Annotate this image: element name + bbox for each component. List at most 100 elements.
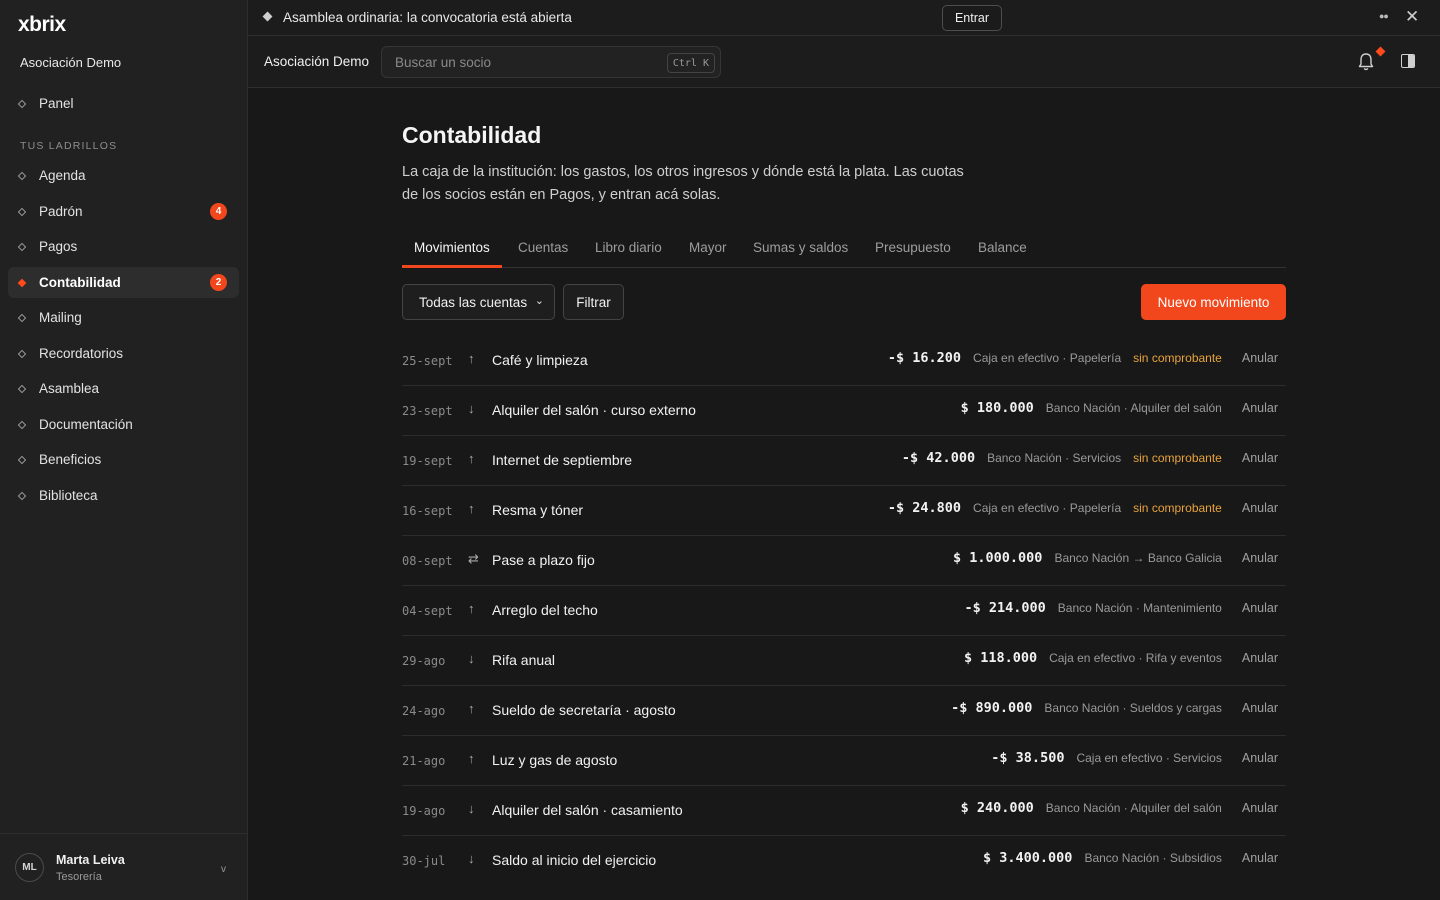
movement-concept[interactable]: Saldo al inicio del ejercicio [492,852,656,868]
table-row[interactable]: 29-ago ↓ Rifa anual $ 118.000 Caja en efecti… [402,636,1286,686]
new-movement-button[interactable]: Nuevo movimiento [1141,284,1286,320]
void-button[interactable]: Anular [1242,801,1278,815]
movement-concept[interactable]: Luz y gas de agosto [492,752,617,768]
void-button[interactable]: Anular [1242,501,1278,515]
direction-arrow-icon: ⇄ [468,551,479,566]
section-label: TUS LADRILLOS [20,140,118,152]
movement-concept[interactable]: Internet de septiembre [492,452,632,468]
sidebar-item-panel[interactable]: Panel [8,88,239,119]
table-row[interactable]: 24-ago ↑ Sueldo de secretaría · agosto -$ 8… [402,686,1286,736]
movement-concept[interactable]: Café y limpieza [492,352,588,368]
direction-arrow-icon: ↓ [468,801,475,816]
sidebar-item-beneficios[interactable]: Beneficios [8,444,239,475]
movement-concept[interactable]: Resma y tóner [492,502,583,518]
sidebar-item-asamblea[interactable]: Asamblea [8,373,239,404]
void-button[interactable]: Anular [1242,451,1278,465]
close-icon[interactable]: ✕ [1405,7,1419,27]
tab-cuentas[interactable]: Cuentas [518,240,568,255]
enter-button[interactable]: Entrar [942,5,1002,31]
diamond-icon [17,313,27,322]
sidebar-org-name[interactable]: Asociación Demo [20,55,121,70]
tab-libro-diario[interactable]: Libro diario [595,240,662,255]
header-org-name: Asociación Demo [264,54,370,69]
movement-details: -$ 890.000 Banco Nación · Sueldos y carga… [951,700,1278,716]
search-input[interactable]: Buscar un socio Ctrl K [381,46,721,78]
sidebar-item-padron[interactable]: Padrón 4 [8,196,239,227]
table-row[interactable]: 19-sept ↑ Internet de septiembre -$ 42.000 B… [402,436,1286,486]
movement-date: 19-sept [402,454,453,468]
tab-balance[interactable]: Balance [978,240,1027,255]
movement-concept[interactable]: Alquiler del salón · curso externo [492,402,696,418]
user-name: Marta Leiva [56,853,125,867]
table-row[interactable]: 04-sept ↑ Arreglo del techo -$ 214.000 Banco… [402,586,1286,636]
filter-button[interactable]: Filtrar [563,284,624,320]
movement-details: $ 3.400.000 Banco Nación · Subsidios Anula… [983,850,1278,866]
movement-concept[interactable]: Alquiler del salón · casamiento [492,802,683,818]
diamond-icon [17,455,27,464]
sidebar-item-biblioteca[interactable]: Biblioteca [8,480,239,511]
diamond-icon [17,207,27,216]
movement-amount: $ 118.000 [963,650,1038,666]
user-role: Tesorería [56,871,102,883]
void-button[interactable]: Anular [1242,651,1278,665]
movement-concept[interactable]: Rifa anual [492,652,555,668]
direction-arrow-icon: ↓ [468,651,475,666]
direction-arrow-icon: ↓ [468,851,475,866]
sidebar-item-agenda[interactable]: Agenda [8,160,239,191]
void-button[interactable]: Anular [1242,601,1278,615]
movement-details: -$ 38.500 Caja en efectivo · Servicios Anu… [991,750,1278,766]
sidebar-item-pagos[interactable]: Pagos [8,231,239,262]
movement-concept[interactable]: Sueldo de secretaría · agosto [492,702,676,718]
search-placeholder: Buscar un socio [395,55,492,70]
movement-amount: $ 1.000.000 [953,550,1043,566]
sidebar-item-mailing[interactable]: Mailing [8,302,239,333]
movement-date: 16-sept [402,504,453,518]
tab-sumas-y-saldos[interactable]: Sumas y saldos [753,240,848,255]
movement-account: Banco Nación · Alquiler del salón [1045,801,1222,815]
panel-toggle-icon[interactable] [1401,54,1415,68]
movement-account: Banco Nación · Sueldos y cargas [1044,701,1222,715]
table-row[interactable]: 30-jul ↓ Saldo al inicio del ejercicio $ 3.… [402,836,1286,886]
sidebar-item-label: Recordatorios [39,346,124,361]
void-button[interactable]: Anular [1242,701,1278,715]
diamond-icon [17,171,27,180]
app-logo[interactable]: xbrix [18,13,66,37]
table-row[interactable]: 16-sept ↑ Resma y tóner -$ 24.800 Caja en ef… [402,486,1286,536]
table-row[interactable]: 08-sept ⇄ Pase a plazo fijo $ 1.000.000 Banc… [402,536,1286,586]
table-row[interactable]: 23-sept ↓ Alquiler del salón · curso exter… [402,386,1286,436]
table-row[interactable]: 19-ago ↓ Alquiler del salón · casamiento $ … [402,786,1286,836]
sidebar-item-contabilidad[interactable]: Contabilidad 2 [8,267,239,298]
void-button[interactable]: Anular [1242,401,1278,415]
tab-movimientos[interactable]: Movimientos [414,240,490,255]
tab-mayor[interactable]: Mayor [689,240,727,255]
movement-account: Banco Nación · Subsidios [1084,851,1222,865]
void-button[interactable]: Anular [1242,851,1278,865]
sidebar-item-label: Agenda [39,168,86,183]
tab-presupuesto[interactable]: Presupuesto [875,240,951,255]
bell-icon[interactable] [1357,52,1375,72]
void-button[interactable]: Anular [1242,751,1278,765]
diamond-icon [17,384,27,393]
movement-concept[interactable]: Arreglo del techo [492,602,598,618]
movement-amount: -$ 890.000 [951,700,1033,716]
table-row[interactable]: 21-ago ↑ Luz y gas de agosto -$ 38.500 Caja … [402,736,1286,786]
pager-dots-icon[interactable]: ●● [1379,11,1389,21]
diamond-icon [17,242,27,251]
void-button[interactable]: Anular [1242,551,1278,565]
direction-arrow-icon: ↑ [468,501,475,516]
movement-amount: -$ 214.000 [964,600,1046,616]
sidebar-item-documentacion[interactable]: Documentación [8,409,239,440]
movement-concept[interactable]: Pase a plazo fijo [492,552,595,568]
user-menu[interactable]: ML Marta Leiva Tesorería v [0,833,247,900]
table-row[interactable]: 25-sept ↑ Café y limpieza -$ 16.200 Caja en … [402,336,1286,386]
movement-date: 24-ago [402,704,446,718]
chevron-down-icon[interactable]: v [221,864,226,875]
sidebar-item-label: Mailing [39,310,82,325]
movement-details: -$ 16.200 Caja en efectivo · Papelería sin… [888,350,1278,366]
sidebar-item-recordatorios[interactable]: Recordatorios [8,338,239,369]
void-button[interactable]: Anular [1242,351,1278,365]
top-header: Asociación Demo Buscar un socio Ctrl K [248,36,1440,88]
movement-account: Banco Nación · Mantenimiento [1057,601,1222,615]
movement-date: 19-ago [402,804,446,818]
account-select[interactable]: Todas las cuentas ⌄ [402,284,555,320]
